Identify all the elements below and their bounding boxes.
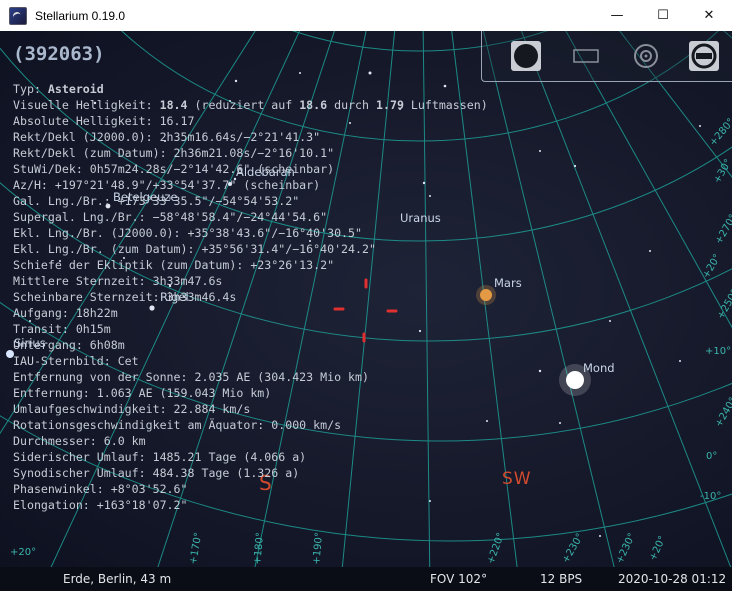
close-icon: ✕ [703, 8, 715, 23]
exit-icon [689, 41, 719, 71]
info-line: Entfernung: 1.063 AE (159.043 Mio km) [13, 386, 272, 400]
magnitude-mid1: (reduziert auf [187, 98, 300, 112]
maximize-button[interactable]: ☐ [640, 0, 686, 31]
target-icon [634, 44, 658, 68]
info-line: Ekl. Lng./Br. (J2000.0): +35°38'43.6"/−1… [13, 226, 363, 240]
magnitude-suffix: Luftmassen) [403, 98, 488, 112]
quick-toolbar [481, 31, 732, 82]
rectangle-button[interactable] [570, 40, 602, 72]
status-location: Erde, Berlin, 43 m [63, 572, 172, 586]
info-line: Gal. Lng./Br.: +173°33'35.5"/−54°54'53.2… [13, 194, 300, 208]
status-bar: Erde, Berlin, 43 m FOV 102° 12 BPS 2020-… [0, 567, 732, 591]
info-line: Durchmesser: 6.0 km [13, 434, 146, 448]
object-title: (392063) [13, 43, 105, 65]
info-line: Aufgang: 18h22m [13, 306, 118, 320]
magnitude-mid2: durch [327, 98, 376, 112]
exit-button[interactable] [688, 40, 720, 72]
stellarium-app-icon [9, 6, 27, 25]
info-line: Rekt/Dekl (J2000.0): 2h35m16.64s/−2°21'4… [13, 130, 321, 144]
grid-label: +10° [705, 346, 732, 357]
info-line: Rekt/Dekl (zum Datum): 2h36m21.08s/−2°16… [13, 146, 335, 160]
status-fov: FOV 102° [430, 572, 488, 586]
dark-circle-button[interactable] [510, 40, 542, 72]
close-button[interactable]: ✕ [686, 0, 732, 31]
dark-circle-icon [511, 41, 541, 71]
minimize-icon: — [610, 8, 624, 23]
info-line: Transit: 0h15m [13, 322, 111, 336]
info-line: Untergang: 6h08m [13, 338, 125, 352]
info-line: Phasenwinkel: +8°03'52.6" [13, 482, 188, 496]
rectangle-icon [573, 49, 599, 63]
moon[interactable] [566, 371, 584, 389]
info-line: Elongation: +163°18'07.2" [13, 498, 188, 512]
info-line: Rotationsgeschwindigkeit am Äquator: 0.0… [13, 418, 342, 432]
moon-label[interactable]: Mond [583, 361, 615, 375]
info-line: StuWi/Dek: 0h57m24.28s/−2°14'42.6" (sche… [13, 162, 335, 176]
info-line: Synodischer Umlauf: 484.38 Tage (1.326 a… [13, 466, 300, 480]
type-label: Typ: [13, 82, 48, 96]
status-datetime: 2020-10-28 01:12 [618, 572, 727, 586]
info-line: Ekl. Lng./Br. (zum Datum): +35°56'31.4"/… [13, 242, 376, 256]
object-info: Typ: Asteroid Visuelle Helligkeit: 18.4 … [13, 81, 488, 513]
info-line: Entfernung von der Sonne: 2.035 AE (304.… [13, 370, 369, 384]
title-bar[interactable]: Stellarium 0.19.0 — ☐ ✕ [0, 0, 732, 31]
info-line: Siderischer Umlauf: 1485.21 Tage (4.066 … [13, 450, 307, 464]
info-line: Schiefe der Ekliptik (zum Datum): +23°26… [13, 258, 335, 272]
stellarium-window: Stellarium 0.19.0 — ☐ ✕ +280° +30° +270°… [0, 0, 732, 591]
magnitude-reduced: 18.6 [299, 98, 328, 112]
maximize-icon: ☐ [657, 8, 669, 23]
target-button[interactable] [630, 40, 662, 72]
mars-label[interactable]: Mars [494, 276, 522, 290]
status-fps: 12 BPS [540, 572, 583, 586]
minimize-button[interactable]: — [594, 0, 640, 31]
info-line: Supergal. Lng./Br.: −58°48'58.4"/−24°44'… [13, 210, 328, 224]
magnitude-value: 18.4 [159, 98, 188, 112]
magnitude-prefix: Visuelle Helligkeit: [13, 98, 160, 112]
window-title: Stellarium 0.19.0 [35, 8, 126, 23]
grid-label: -10° [700, 491, 722, 502]
type-value: Asteroid [47, 82, 104, 96]
magnitude-airmass: 1.79 [376, 98, 404, 112]
info-line: IAU-Sternbild: Cet [13, 354, 139, 368]
info-line: Umlaufgeschwindigkeit: 22.884 km/s [13, 402, 251, 416]
info-line: Absolute Helligkeit: 16.17 [13, 114, 195, 128]
grid-label: 0° [706, 451, 718, 462]
info-magnitude: Visuelle Helligkeit: 18.4 (reduziert auf… [13, 97, 488, 113]
cardinal-southwest: SW [502, 469, 532, 489]
info-line: Az/H: +197°21'48.9"/+33°54'37.7" (schein… [13, 178, 321, 192]
info-line: Scheinbare Sternzeit: 3h33m46.4s [13, 290, 237, 304]
info-type: Typ: Asteroid [13, 81, 488, 97]
info-line: Mittlere Sternzeit: 3h33m47.6s [13, 274, 223, 288]
grid-label: +20° [10, 547, 37, 558]
